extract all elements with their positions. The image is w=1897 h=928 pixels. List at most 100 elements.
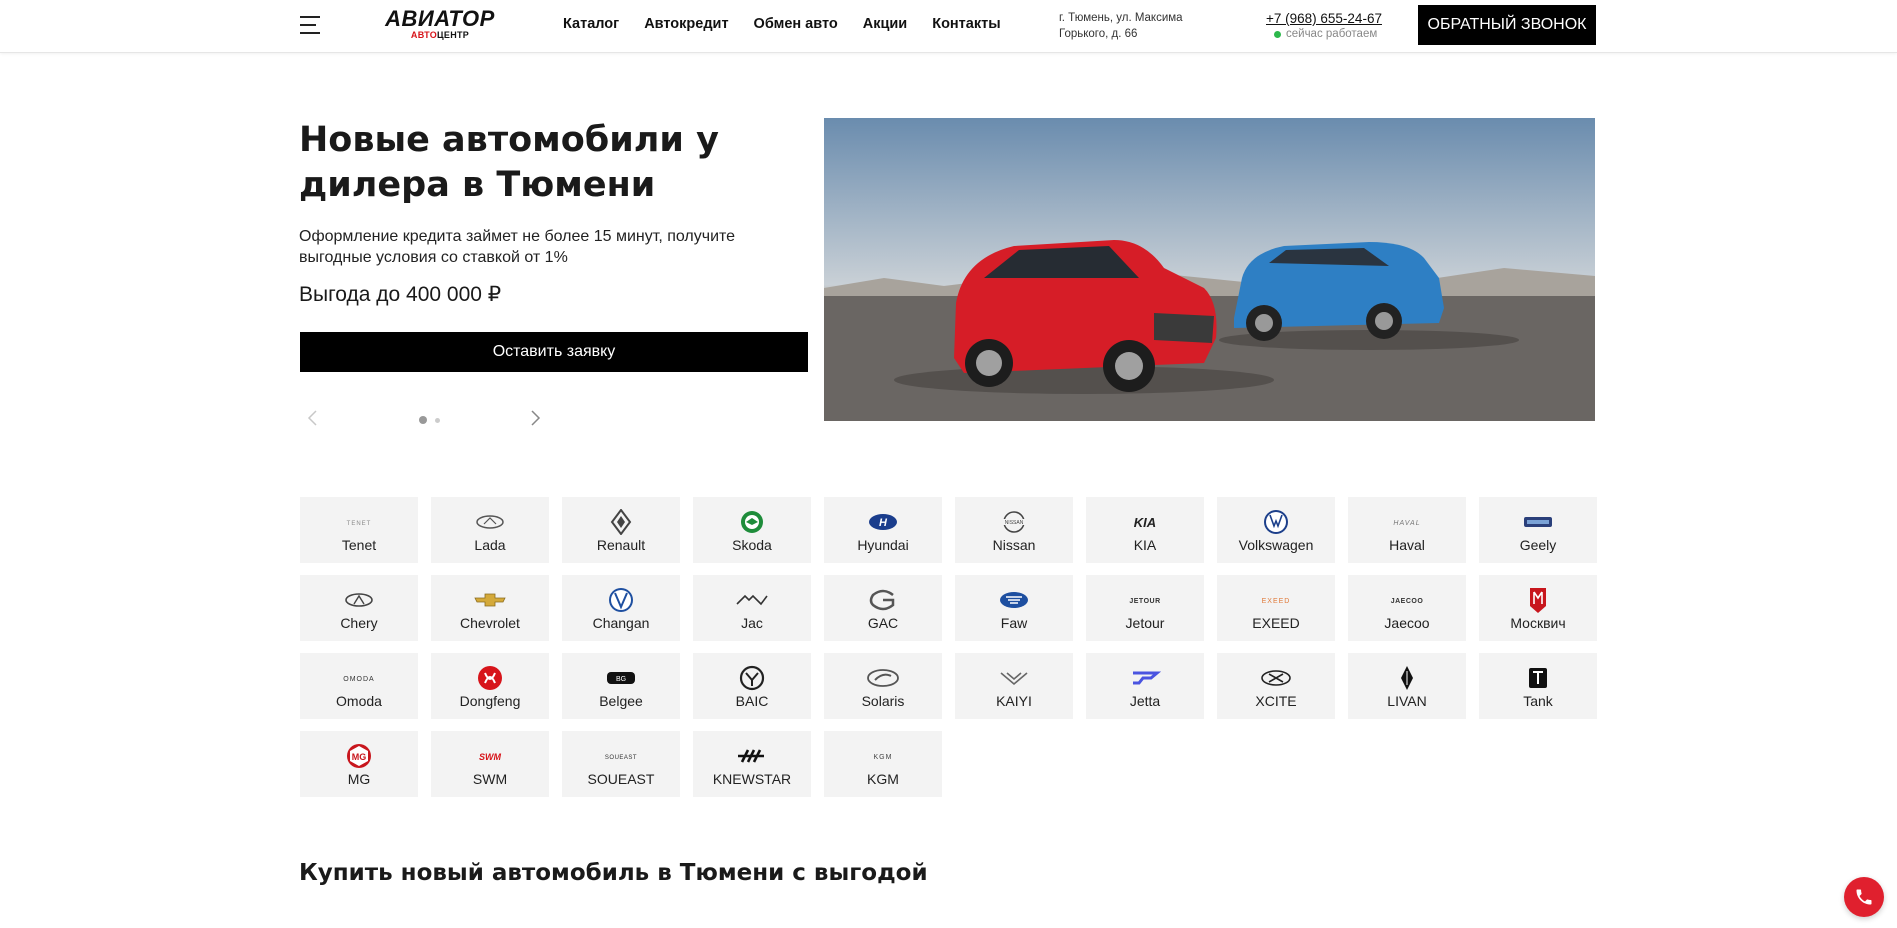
brand-haval[interactable]: HAVAL Haval (1348, 497, 1466, 563)
nav-promotions[interactable]: Акции (863, 16, 907, 32)
brand-chery[interactable]: Chery (300, 575, 418, 641)
hero-banner-image (824, 118, 1595, 421)
brand-jetour[interactable]: JETOUR Jetour (1086, 575, 1204, 641)
jaecoo-logo-icon: JAECOO (1387, 588, 1427, 612)
brand-xcite[interactable]: XCITE (1217, 653, 1335, 719)
brand-nissan[interactable]: NISSAN Nissan (955, 497, 1073, 563)
brand-moskvich[interactable]: Москвич (1479, 575, 1597, 641)
svg-text:BG: BG (616, 676, 626, 683)
brand-hyundai[interactable]: H Hyundai (824, 497, 942, 563)
brand-lada[interactable]: Lada (431, 497, 549, 563)
brand-label: BAIC (735, 693, 769, 709)
brand-label: Belgee (599, 693, 643, 709)
gac-logo-icon (869, 588, 897, 612)
brand-tank[interactable]: Tank (1479, 653, 1597, 719)
phone-call-icon[interactable] (1844, 877, 1884, 917)
knewstar-logo-icon (736, 744, 768, 768)
chery-logo-icon (344, 588, 374, 612)
work-status-text: сейчас работаем (1286, 28, 1378, 40)
changan-logo-icon (608, 588, 634, 612)
brand-label: Nissan (992, 537, 1036, 553)
slider-dot-1[interactable] (419, 416, 427, 424)
moskvich-logo-icon (1528, 588, 1548, 613)
svg-text:MG: MG (352, 752, 367, 762)
brand-belgee[interactable]: BG Belgee (562, 653, 680, 719)
menu-icon[interactable] (300, 15, 322, 35)
brand-skoda[interactable]: Skoda (693, 497, 811, 563)
nav-catalog[interactable]: Каталог (563, 16, 619, 32)
nav-trade-in[interactable]: Обмен авто (754, 16, 838, 32)
brand-volkswagen[interactable]: Volkswagen (1217, 497, 1335, 563)
svg-text:SWM: SWM (479, 752, 501, 762)
brand-label: MG (347, 771, 371, 787)
brand-label: Solaris (861, 693, 905, 709)
brand-baic[interactable]: BAIC (693, 653, 811, 719)
brand-label: Chevrolet (460, 615, 520, 631)
site-logo[interactable]: АВИАТОР АВТОЦЕНТР (382, 8, 498, 42)
nav-contacts[interactable]: Контакты (932, 16, 1000, 32)
brand-label: Skoda (732, 537, 772, 553)
brand-dongfeng[interactable]: Dongfeng (431, 653, 549, 719)
main-nav: Каталог Автокредит Обмен авто Акции Конт… (563, 16, 1001, 32)
brand-mg[interactable]: MG MG (300, 731, 418, 797)
phone-block: +7 (968) 655-24-67 сейчас работаем (1266, 10, 1382, 40)
solaris-logo-icon (867, 666, 899, 690)
nav-autocredit[interactable]: Автокредит (644, 16, 728, 32)
brand-gac[interactable]: GAC (824, 575, 942, 641)
brand-label: Москвич (1510, 615, 1566, 631)
brand-kia[interactable]: KIA KIA (1086, 497, 1204, 563)
dealer-address: г. Тюмень, ул. Максима Горького, д. 66 (1059, 12, 1183, 40)
mg-logo-icon: MG (346, 744, 372, 768)
brand-jaecoo[interactable]: JAECOO Jaecoo (1348, 575, 1466, 641)
brand-label: Jac (741, 615, 763, 631)
brand-label: EXEED (1252, 615, 1300, 631)
jetour-logo-icon: JETOUR (1125, 588, 1165, 612)
brand-label: GAC (867, 615, 899, 631)
logo-title: АВИАТОР (385, 6, 495, 31)
site-header: АВИАТОР АВТОЦЕНТР Каталог Автокредит Обм… (0, 0, 1897, 53)
kaiyi-logo-icon (999, 666, 1029, 690)
brand-jac[interactable]: Jac (693, 575, 811, 641)
svg-text:SOUEAST: SOUEAST (605, 755, 637, 761)
brand-tenet[interactable]: TENET Tenet (300, 497, 418, 563)
brand-label: Geely (1519, 537, 1557, 553)
brand-solaris[interactable]: Solaris (824, 653, 942, 719)
brand-jetta[interactable]: Jetta (1086, 653, 1204, 719)
brand-label: Renault (596, 537, 646, 553)
brand-kgm[interactable]: KGM KGM (824, 731, 942, 797)
chevrolet-logo-icon (474, 588, 506, 612)
brand-label: KAIYI (996, 693, 1032, 709)
brand-geely[interactable]: Geely (1479, 497, 1597, 563)
brand-soueast[interactable]: SOUEAST SOUEAST (562, 731, 680, 797)
hero-subtitle: Оформление кредита займет не более 15 ми… (299, 228, 736, 266)
exeed-logo-icon: EXEED (1256, 588, 1296, 612)
brand-exeed[interactable]: EXEED EXEED (1217, 575, 1335, 641)
section-title: Купить новый автомобиль в Тюмени с выгод… (299, 860, 928, 886)
phone-link[interactable]: +7 (968) 655-24-67 (1266, 10, 1382, 27)
dongfeng-logo-icon (477, 666, 503, 690)
request-button[interactable]: Оставить заявку (300, 332, 808, 372)
svg-text:KIA: KIA (1134, 515, 1156, 529)
brand-knewstar[interactable]: KNEWSTAR (693, 731, 811, 797)
slider-next-icon[interactable] (527, 410, 543, 426)
hero-title: Новые автомобили у дилера в Тюмени (299, 120, 719, 205)
brand-changan[interactable]: Changan (562, 575, 680, 641)
brand-swm[interactable]: SWM SWM (431, 731, 549, 797)
svg-text:NISSAN: NISSAN (1005, 520, 1024, 526)
slider-prev-icon[interactable] (305, 410, 321, 426)
callback-button[interactable]: ОБРАТНЫЙ ЗВОНОК (1418, 5, 1596, 45)
brand-renault[interactable]: Renault (562, 497, 680, 563)
brand-livan[interactable]: LIVAN (1348, 653, 1466, 719)
slider-dot-2[interactable] (435, 417, 440, 423)
kgm-logo-icon: KGM (866, 744, 900, 768)
swm-logo-icon: SWM (473, 744, 507, 768)
brand-faw[interactable]: Faw (955, 575, 1073, 641)
brand-chevrolet[interactable]: Chevrolet (431, 575, 549, 641)
svg-text:OMODA: OMODA (343, 676, 374, 683)
brand-kaiyi[interactable]: KAIYI (955, 653, 1073, 719)
xcite-logo-icon (1261, 666, 1291, 690)
faw-logo-icon (999, 588, 1029, 612)
volkswagen-logo-icon (1263, 510, 1289, 534)
brand-omoda[interactable]: OMODA Omoda (300, 653, 418, 719)
jetta-logo-icon (1129, 666, 1161, 690)
